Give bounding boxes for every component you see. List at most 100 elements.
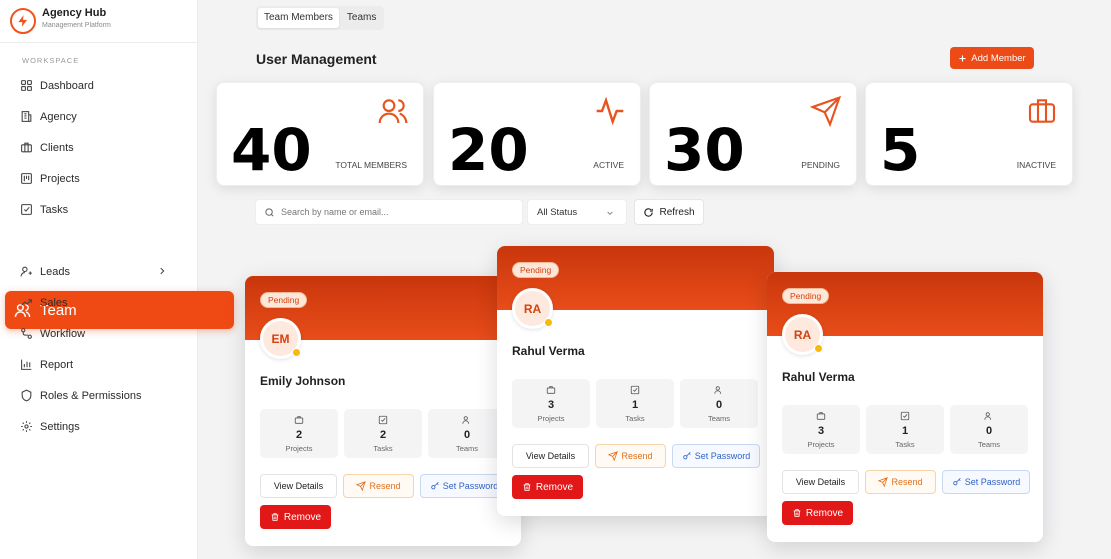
resend-label: Resend bbox=[369, 481, 401, 491]
sidebar-item-settings[interactable]: Settings bbox=[0, 411, 198, 442]
card-actions: View Details Resend Set Password bbox=[512, 444, 760, 468]
users-icon bbox=[984, 412, 992, 420]
status-badge: Pending bbox=[782, 288, 830, 304]
trash-icon bbox=[271, 513, 279, 521]
set-password-label: Set Password bbox=[964, 477, 1021, 487]
view-details-button[interactable]: View Details bbox=[260, 474, 337, 498]
briefcase-icon bbox=[546, 386, 556, 394]
page-title: User Management bbox=[256, 51, 377, 67]
remove-button[interactable]: Remove bbox=[782, 501, 853, 525]
sidebar-item-clients[interactable]: Clients bbox=[0, 132, 198, 163]
brand[interactable]: Agency Hub Management Platform bbox=[8, 6, 188, 36]
sidebar-item-label: Roles & Permissions bbox=[40, 389, 142, 402]
user-plus-icon bbox=[20, 266, 32, 277]
sidebar-item-roles[interactable]: Roles & Permissions bbox=[0, 380, 198, 411]
search-icon bbox=[265, 207, 274, 217]
sidebar-item-label: Projects bbox=[40, 172, 80, 185]
workflow-icon bbox=[21, 328, 32, 339]
metric-label: Projects bbox=[537, 414, 565, 423]
resend-button[interactable]: Resend bbox=[595, 444, 666, 468]
search-input[interactable] bbox=[281, 207, 501, 217]
users-icon bbox=[462, 416, 470, 424]
stat-label: PENDING bbox=[801, 160, 840, 170]
status-value: All Status bbox=[537, 206, 578, 218]
tab-teams[interactable]: Teams bbox=[341, 8, 382, 28]
metrics: 2 Projects 2 Tasks 0 Teams bbox=[260, 409, 506, 458]
trash-icon bbox=[523, 483, 531, 491]
stat-card-inactive: 5 INACTIVE bbox=[865, 82, 1073, 186]
sidebar-item-label: Settings bbox=[40, 420, 80, 433]
briefcase-icon bbox=[1028, 99, 1056, 123]
lightning-bolt-icon bbox=[10, 8, 36, 34]
metrics: 3 Projects 1 Tasks 0 Teams bbox=[782, 405, 1028, 454]
set-password-button[interactable]: Set Password bbox=[420, 474, 508, 498]
metric-label: Projects bbox=[807, 440, 835, 449]
metric-teams: 0 Teams bbox=[680, 379, 758, 428]
divider bbox=[0, 42, 197, 43]
member-card: Pending RA Rahul Verma 3 Projects 1 Task… bbox=[767, 272, 1043, 542]
sidebar-item-label: Leads bbox=[40, 265, 70, 278]
resend-label: Resend bbox=[621, 451, 653, 461]
status-select[interactable]: All Status bbox=[527, 199, 627, 225]
briefcase-icon bbox=[21, 142, 32, 153]
remove-button[interactable]: Remove bbox=[260, 505, 331, 529]
bar-chart-icon bbox=[21, 359, 32, 370]
stat-label: ACTIVE bbox=[593, 160, 624, 170]
metric-label: Teams bbox=[707, 414, 731, 423]
view-details-button[interactable]: View Details bbox=[782, 470, 859, 494]
stat-label: TOTAL MEMBERS bbox=[335, 160, 407, 170]
card-actions: View Details Resend Set Password bbox=[260, 474, 508, 498]
sidebar-item-leads[interactable]: Leads bbox=[0, 256, 198, 287]
stat-label: INACTIVE bbox=[1016, 160, 1056, 170]
sidebar-item-agency[interactable]: Agency bbox=[0, 101, 198, 132]
resend-button[interactable]: Resend bbox=[343, 474, 414, 498]
set-password-button[interactable]: Set Password bbox=[672, 444, 760, 468]
sidebar-item-label: Report bbox=[40, 358, 74, 371]
view-tabs: Team Members Teams bbox=[256, 6, 385, 30]
brand-name: Agency Hub bbox=[42, 7, 107, 19]
sidebar-item-report[interactable]: Report bbox=[0, 349, 198, 380]
status-badge: Pending bbox=[512, 262, 560, 278]
refresh-button[interactable]: Refresh bbox=[634, 199, 704, 225]
stat-value: 5 bbox=[880, 116, 921, 184]
remove-label: Remove bbox=[805, 507, 844, 519]
metric-value: 2 bbox=[379, 429, 387, 441]
sidebar-item-label: Dashboard bbox=[40, 79, 94, 92]
chevron-down-icon bbox=[607, 211, 613, 216]
metric-tasks: 1 Tasks bbox=[866, 405, 944, 454]
metric-label: Tasks bbox=[373, 444, 393, 453]
pending-dot bbox=[292, 348, 301, 357]
sidebar-item-tasks[interactable]: Tasks bbox=[0, 194, 198, 225]
users-icon bbox=[714, 386, 722, 394]
metric-teams: 0 Teams bbox=[950, 405, 1028, 454]
sidebar-nav: Dashboard Agency Clients Projects Tasks … bbox=[0, 70, 234, 442]
checkbox-icon bbox=[21, 204, 32, 215]
key-icon bbox=[952, 477, 961, 486]
sidebar-item-label: Workflow bbox=[40, 327, 86, 340]
tab-team-members[interactable]: Team Members bbox=[258, 8, 339, 28]
resend-button[interactable]: Resend bbox=[865, 470, 936, 494]
send-icon bbox=[810, 95, 842, 127]
trending-up-icon bbox=[21, 299, 32, 306]
send-icon bbox=[608, 451, 619, 461]
briefcase-icon bbox=[294, 416, 304, 424]
member-name: Rahul Verma bbox=[782, 370, 855, 384]
sidebar-item-projects[interactable]: Projects bbox=[0, 163, 198, 194]
search-box[interactable] bbox=[255, 199, 523, 225]
briefcase-icon bbox=[816, 412, 826, 420]
metric-value: 1 bbox=[901, 425, 909, 437]
add-member-button[interactable]: Add Member bbox=[950, 47, 1034, 69]
metric-value: 0 bbox=[463, 429, 471, 441]
set-password-button[interactable]: Set Password bbox=[942, 470, 1030, 494]
sidebar-item-workflow[interactable]: Workflow bbox=[0, 318, 198, 349]
chevron-right-icon[interactable] bbox=[157, 266, 167, 276]
key-icon bbox=[430, 481, 439, 490]
remove-button[interactable]: Remove bbox=[512, 475, 583, 499]
member-name: Rahul Verma bbox=[512, 344, 585, 358]
key-icon bbox=[682, 451, 691, 460]
sidebar-item-sales[interactable]: Sales bbox=[0, 287, 198, 318]
member-card: Pending EM Emily Johnson 2 Projects 2 Ta… bbox=[245, 276, 521, 546]
view-details-button[interactable]: View Details bbox=[512, 444, 589, 468]
sidebar-item-dashboard[interactable]: Dashboard bbox=[0, 70, 198, 101]
building-icon bbox=[21, 111, 32, 122]
